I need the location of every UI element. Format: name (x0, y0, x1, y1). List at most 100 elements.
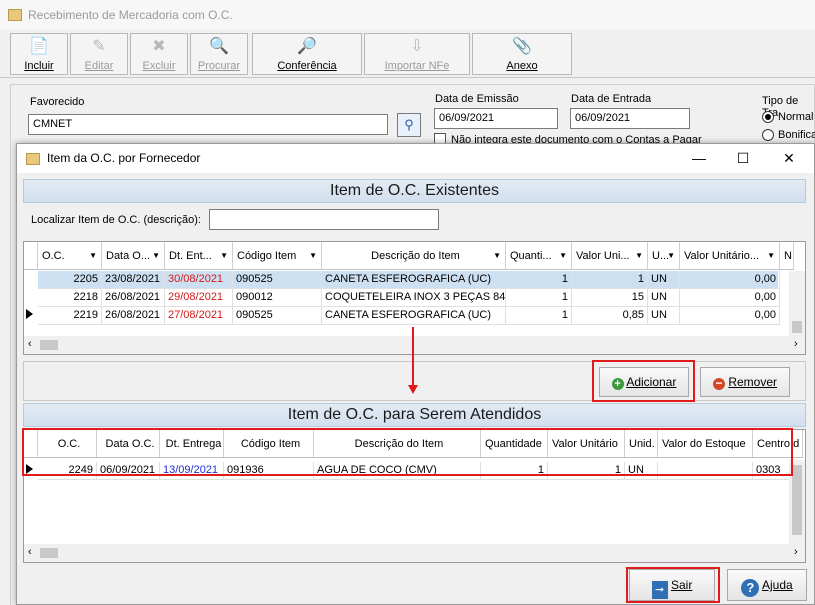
dialog-title-bar: Item da O.C. por Fornecedor — ☐ ✕ (17, 144, 814, 173)
favorecido-label: Favorecido (30, 96, 85, 108)
paperclip-icon: 📎 (512, 38, 532, 55)
cell-data: 23/08/2021 (102, 271, 165, 289)
chevron-down-icon: ▼ (152, 251, 160, 260)
cell-codigo: 090012 (233, 289, 322, 307)
minimize-icon[interactable]: — (677, 144, 721, 173)
annotation-arrow-head (408, 385, 418, 394)
edit-icon: ✎ (92, 38, 106, 55)
minus-icon: − (712, 377, 725, 390)
col-data-oc[interactable]: Data O... ▼ (102, 242, 165, 270)
chevron-down-icon: ▼ (493, 251, 501, 260)
importar-nfe-button[interactable]: ⇩ Importar NFe (364, 33, 470, 75)
existentes-grid: O.C. ▼ Data O... ▼ Dt. Ent... ▼ Código Item… (23, 241, 806, 355)
col-dt-entrega[interactable]: Dt. Ent... ▼ (165, 242, 233, 270)
tipo-bonifica-label: Bonifica (778, 129, 815, 141)
atendidos-highlight (22, 428, 793, 476)
item-oc-dialog: Item da O.C. por Fornecedor — ☐ ✕ Item d… (16, 143, 815, 605)
col-unid[interactable]: U... ▼ (648, 242, 680, 270)
scroll-left-icon: ‹ (28, 338, 32, 350)
chevron-down-icon: ▼ (635, 251, 643, 260)
scroll-right-icon: › (794, 546, 798, 558)
incluir-button[interactable]: 📄 Incluir (10, 33, 68, 75)
data-emissao-input[interactable]: 06/09/2021 (434, 108, 558, 129)
col-valor-unitario[interactable]: Valor Uni... ▼ (572, 242, 648, 270)
col-n[interactable]: N (780, 242, 794, 270)
cell-descricao: CANETA ESFEROGRAFICA (UC) (322, 307, 506, 325)
parent-title-bar: Recebimento de Mercadoria com O.C. (0, 0, 815, 30)
favorecido-input[interactable]: CMNET (28, 114, 388, 135)
remover-button[interactable]: − Remover (700, 367, 790, 397)
new-document-icon: 📄 (29, 38, 49, 55)
parent-title: Recebimento de Mercadoria com O.C. (28, 8, 233, 22)
col-codigo-item[interactable]: Código Item ▼ (233, 242, 322, 270)
cell-qtd: 1 (506, 307, 572, 325)
cell-codigo: 090525 (233, 307, 322, 325)
favorecido-search-button[interactable]: ⚲ (397, 113, 421, 137)
cell-vunit: 0,00 (680, 289, 780, 307)
cell-valor: 15 (572, 289, 648, 307)
cell-qtd: 1 (506, 289, 572, 307)
cell-entrega: 30/08/2021 (165, 271, 233, 289)
app-icon (26, 153, 40, 165)
cell-entrega: 27/08/2021 (165, 307, 233, 325)
help-icon: ? (741, 579, 760, 597)
vertical-scrollbar[interactable] (789, 271, 805, 336)
tipo-normal-radio[interactable] (762, 111, 774, 123)
editar-button[interactable]: ✎ Editar (70, 33, 128, 75)
localizar-input[interactable] (209, 209, 439, 230)
cell-data: 26/08/2021 (102, 307, 165, 325)
checklist-search-icon: 🔎 (297, 38, 317, 55)
ajuda-button[interactable]: ? Ajuda (727, 569, 807, 601)
data-entrada-label: Data de Entrada (571, 93, 652, 105)
app-icon (8, 9, 22, 21)
horizontal-scrollbar[interactable]: ‹ › (24, 336, 805, 354)
chevron-down-icon: ▼ (667, 251, 675, 260)
tipo-bonifica-radio[interactable] (762, 129, 774, 141)
cell-descricao: COQUETELEIRA INOX 3 PEÇAS 840M (322, 289, 506, 307)
cell-qtd: 1 (506, 271, 572, 289)
cell-oc: 2205 (38, 271, 102, 289)
search-document-icon: 🔍 (209, 38, 229, 55)
cell-codigo: 090525 (233, 271, 322, 289)
atendidos-header: Item de O.C. para Serem Atendidos (23, 403, 806, 427)
chevron-down-icon: ▼ (89, 251, 97, 260)
procurar-button[interactable]: 🔍 Procurar (190, 33, 248, 75)
cell-oc: 2219 (38, 307, 102, 325)
dialog-title: Item da O.C. por Fornecedor (47, 151, 201, 165)
annotation-arrow-line (412, 327, 414, 387)
chevron-down-icon: ▼ (559, 251, 567, 260)
data-emissao-label: Data de Emissão (435, 93, 519, 105)
chevron-down-icon: ▼ (767, 251, 775, 260)
toolbar: 📄 Incluir ✎ Editar ✖ Excluir 🔍 Procurar … (0, 30, 815, 78)
tipo-normal-label: Normal (778, 111, 814, 123)
anexo-button[interactable]: 📎 Anexo (472, 33, 572, 75)
col-oc[interactable]: O.C. ▼ (38, 242, 102, 270)
cell-oc: 2218 (38, 289, 102, 307)
cell-valor: 1 (572, 271, 648, 289)
cell-data: 26/08/2021 (102, 289, 165, 307)
existentes-header: Item de O.C. Existentes (23, 179, 806, 203)
close-icon[interactable]: ✕ (767, 144, 811, 173)
conferencia-button[interactable]: 🔎 Conferência (252, 33, 362, 75)
data-entrada-input[interactable]: 06/09/2021 (570, 108, 690, 129)
cell-descricao: CANETA ESFEROGRAFICA (UC) (322, 271, 506, 289)
chevron-down-icon: ▼ (309, 251, 317, 260)
cell-valor: 0,85 (572, 307, 648, 325)
cell-unid: UN (648, 271, 680, 289)
cell-vunit: 0,00 (680, 271, 780, 289)
search-icon: ⚲ (404, 117, 414, 132)
maximize-icon[interactable]: ☐ (721, 144, 765, 173)
scroll-left-icon: ‹ (28, 546, 32, 558)
localizar-label: Localizar Item de O.C. (descrição): (31, 214, 201, 226)
excluir-button[interactable]: ✖ Excluir (130, 33, 188, 75)
adicionar-highlight (592, 360, 695, 402)
col-descricao[interactable]: Descrição do Item ▼ (322, 242, 506, 270)
cell-unid: UN (648, 307, 680, 325)
cell-entrega: 29/08/2021 (165, 289, 233, 307)
sair-highlight (626, 567, 720, 603)
cell-vunit: 0,00 (680, 307, 780, 325)
col-quantidade[interactable]: Quanti... ▼ (506, 242, 572, 270)
download-icon: ⇩ (410, 38, 424, 55)
col-valor-unitario-2[interactable]: Valor Unitário... ▼ (680, 242, 780, 270)
horizontal-scrollbar[interactable]: ‹ › (24, 544, 805, 562)
